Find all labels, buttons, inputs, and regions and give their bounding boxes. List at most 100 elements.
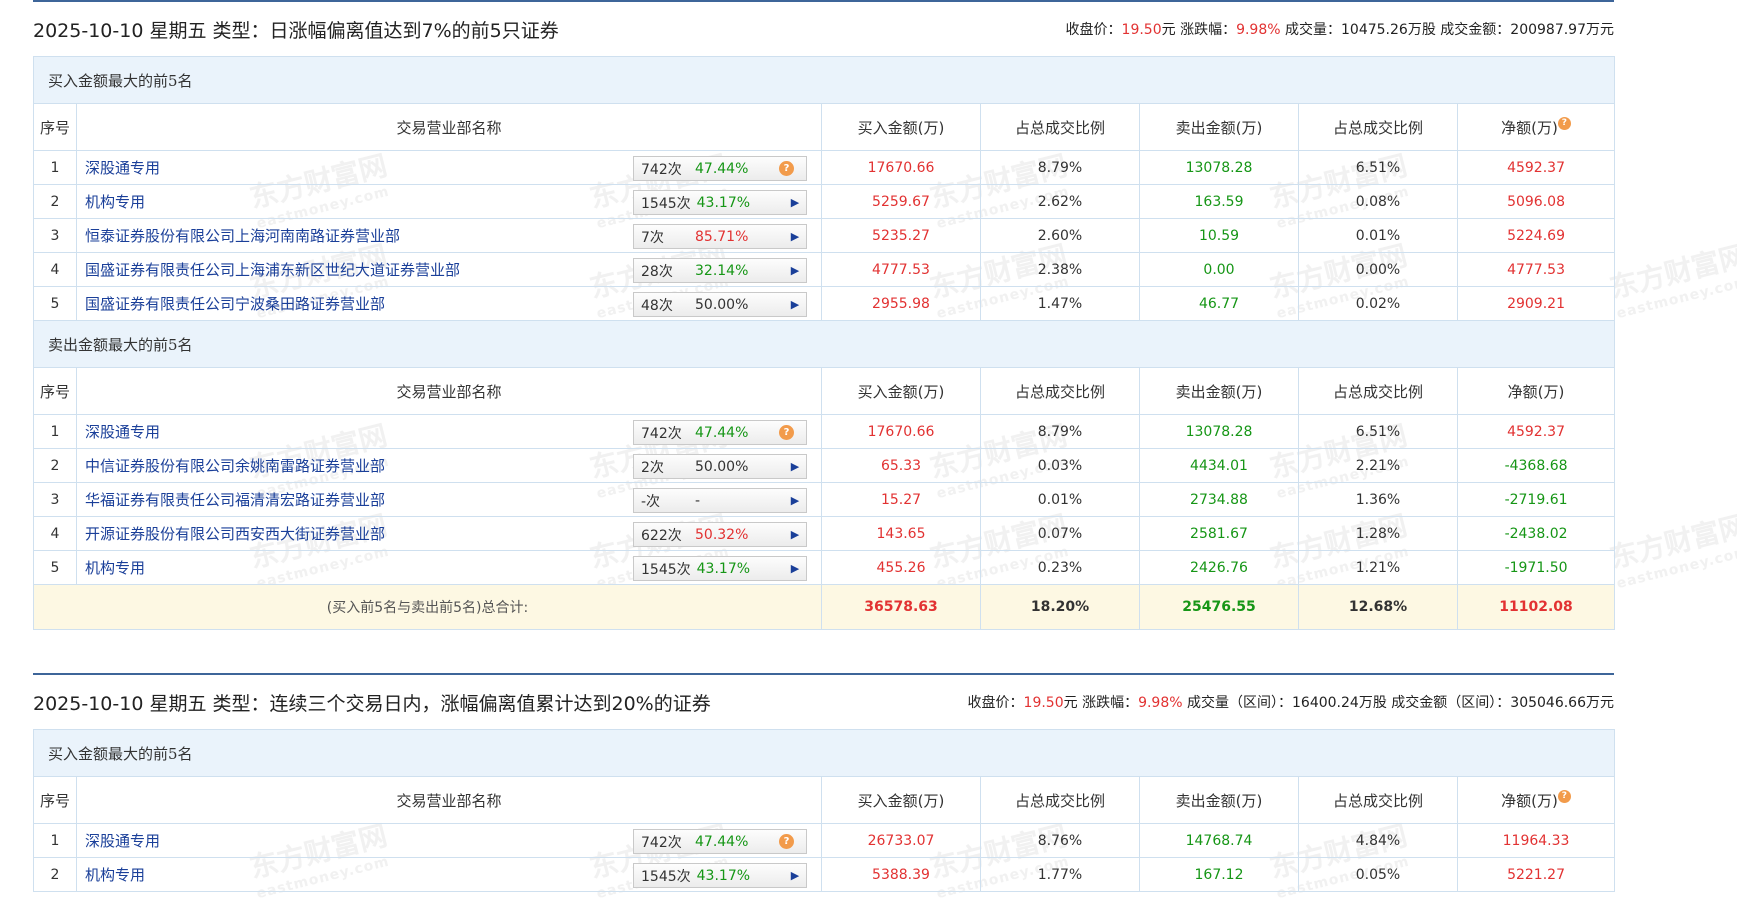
table-row: 2 机构专用 1545次 43.17% ▶ 5388.39 1.77% 167.12 0.05%… [33, 857, 1616, 892]
sell-ratio: 0.01% [1298, 218, 1458, 253]
row-index: 3 [33, 482, 77, 517]
broker-stat-box[interactable]: 742次 47.44%? [633, 420, 807, 445]
broker-stat-box[interactable]: 48次 50.00% ▶ [633, 292, 807, 317]
sell-amount: 13078.28 [1139, 150, 1299, 185]
help-icon[interactable]: ? [779, 834, 794, 849]
broker-stat-box[interactable]: 1545次 43.17% ▶ [633, 556, 807, 581]
broker-stat-box[interactable]: 7次 85.71% ▶ [633, 224, 807, 249]
buy-ratio: 2.60% [980, 218, 1140, 253]
summary-value: 305046.66万元 [1510, 695, 1614, 711]
column-header: 占总成交比例 [1298, 103, 1458, 151]
broker-stat-box[interactable]: 1545次 43.17% ▶ [633, 863, 807, 888]
sell-amount: 46.77 [1139, 286, 1299, 321]
row-index: 4 [33, 516, 77, 551]
row-index: 1 [33, 414, 77, 449]
trade-count: 742次 [641, 161, 682, 178]
expand-arrow-icon[interactable]: ▶ [784, 264, 806, 277]
broker-link[interactable]: 国盛证券有限责任公司宁波桑田路证券营业部 [85, 295, 385, 313]
win-rate: 47.44% [695, 160, 749, 177]
net-amount: -4368.68 [1456, 448, 1616, 483]
broker-link[interactable]: 机构专用 [85, 866, 145, 884]
total-net: 11102.08 [1456, 584, 1616, 630]
win-rate: 50.32% [695, 526, 749, 543]
summary-value: 19.50 [1121, 22, 1162, 38]
column-header: 序号 [33, 367, 77, 415]
column-header: 占总成交比例 [980, 367, 1140, 415]
broker-link[interactable]: 深股通专用 [85, 423, 160, 441]
table-row: 4 开源证券股份有限公司西安西大街证券营业部 622次 50.32% ▶ 143.65 0.… [33, 516, 1616, 551]
sell-ratio: 0.05% [1298, 857, 1458, 892]
summary-value: 9.98% [1236, 22, 1281, 38]
sell-ratio: 1.21% [1298, 550, 1458, 585]
sell-ratio: 1.28% [1298, 516, 1458, 551]
summary-unit: 元 [1063, 695, 1078, 711]
win-rate: 43.17% [696, 194, 751, 211]
buy-ratio: 8.79% [980, 150, 1140, 185]
sell-amount: 0.00 [1139, 252, 1299, 287]
broker-link[interactable]: 机构专用 [85, 559, 145, 577]
help-icon[interactable]: ? [1557, 116, 1571, 130]
trade-count: 742次 [641, 834, 682, 851]
broker-stat-box[interactable]: 742次 47.44%? [633, 156, 807, 181]
row-index: 5 [33, 550, 77, 585]
net-amount: 4592.37 [1456, 150, 1616, 185]
summary-label: 成交金额： [1440, 22, 1511, 38]
sell-ratio: 1.36% [1298, 482, 1458, 517]
section-summary: 收盘价：19.50元 涨跌幅：9.98% 成交量（区间）：16400.24万股 … [968, 692, 1614, 712]
summary-unit: 元 [1161, 22, 1176, 38]
broker-cell: 恒泰证券股份有限公司上海河南南路证券营业部 7次 85.71% ▶ [76, 218, 822, 253]
broker-link[interactable]: 国盛证券有限责任公司上海浦东新区世纪大道证券营业部 [85, 261, 460, 279]
broker-stat-box[interactable]: -次 - ▶ [633, 488, 807, 513]
expand-arrow-icon[interactable]: ▶ [784, 562, 806, 575]
expand-arrow-icon[interactable]: ▶ [784, 230, 806, 243]
broker-link[interactable]: 恒泰证券股份有限公司上海河南南路证券营业部 [85, 227, 400, 245]
broker-link[interactable]: 华福证券有限责任公司福清清宏路证券营业部 [85, 491, 385, 509]
net-amount: 4592.37 [1456, 414, 1616, 449]
section-header: 2025-10-10 星期五 类型：连续三个交易日内，涨幅偏离值累计达到20%的… [33, 675, 1614, 729]
net-amount: 5096.08 [1456, 184, 1616, 219]
broker-link[interactable]: 机构专用 [85, 193, 145, 211]
broker-link[interactable]: 开源证券股份有限公司西安西大街证券营业部 [85, 525, 385, 543]
row-index: 3 [33, 218, 77, 253]
help-icon[interactable]: ? [779, 425, 794, 440]
sell-amount: 2581.67 [1139, 516, 1299, 551]
help-icon[interactable]: ? [1557, 789, 1571, 803]
broker-link[interactable]: 深股通专用 [85, 832, 160, 850]
sell-ratio: 4.84% [1298, 823, 1458, 858]
net-amount: -1971.50 [1456, 550, 1616, 585]
expand-arrow-icon[interactable]: ▶ [784, 869, 806, 882]
help-icon[interactable]: ? [779, 161, 794, 176]
summary-value: 200987.97万元 [1510, 22, 1614, 38]
total-label: (买入前5名与卖出前5名)总合计: [33, 584, 822, 630]
broker-stat-box[interactable]: 622次 50.32% ▶ [633, 522, 807, 547]
buy-ratio: 2.38% [980, 252, 1140, 287]
expand-arrow-icon[interactable]: ▶ [784, 298, 806, 311]
total-row: (买入前5名与卖出前5名)总合计: 36578.63 18.20% 25476.55 1… [33, 584, 1616, 630]
buy-amount: 15.27 [821, 482, 981, 517]
group-title: 买入金额最大的前5名 [32, 56, 1616, 104]
table-row: 2 中信证券股份有限公司余姚南雷路证券营业部 2次 50.00% ▶ 65.33 0.03%… [33, 448, 1616, 483]
trade-count: 622次 [641, 527, 682, 544]
expand-arrow-icon[interactable]: ▶ [784, 460, 806, 473]
broker-stat-box[interactable]: 1545次 43.17% ▶ [633, 190, 807, 215]
sell-amount: 4434.01 [1139, 448, 1299, 483]
broker-link[interactable]: 深股通专用 [85, 159, 160, 177]
buy-ratio: 8.79% [980, 414, 1140, 449]
expand-arrow-icon[interactable]: ▶ [784, 196, 806, 209]
net-amount: 11964.33 [1456, 823, 1616, 858]
broker-stat-box[interactable]: 28次 32.14% ▶ [633, 258, 807, 283]
column-header: 买入金额(万) [821, 103, 981, 151]
column-header-row: 序号 交易营业部名称 买入金额(万) 占总成交比例 卖出金额(万) 占总成交比例 净额(万)… [33, 776, 1616, 824]
broker-link[interactable]: 中信证券股份有限公司余姚南雷路证券营业部 [85, 457, 385, 475]
column-header-row: 序号 交易营业部名称 买入金额(万) 占总成交比例 卖出金额(万) 占总成交比例 净额(万)… [33, 103, 1616, 151]
broker-stat-box[interactable]: 742次 47.44%? [633, 829, 807, 854]
expand-arrow-icon[interactable]: ▶ [784, 494, 806, 507]
broker-stat-box[interactable]: 2次 50.00% ▶ [633, 454, 807, 479]
column-header: 占总成交比例 [980, 776, 1140, 824]
trade-count: 7次 [641, 229, 664, 246]
win-rate: 47.44% [695, 833, 749, 850]
sell-amount: 167.12 [1139, 857, 1299, 892]
table-row: 1 深股通专用 742次 47.44%? 17670.66 8.79% 13078.28 6.… [33, 414, 1616, 449]
expand-arrow-icon[interactable]: ▶ [784, 528, 806, 541]
buy-amount: 17670.66 [821, 414, 981, 449]
